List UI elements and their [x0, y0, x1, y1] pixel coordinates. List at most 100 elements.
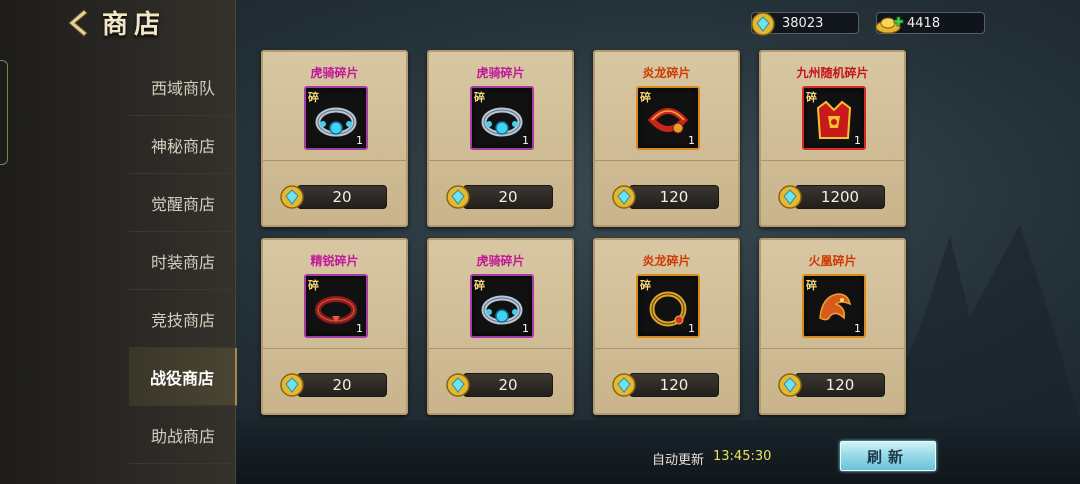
item-icon-frame: 碎 1	[636, 274, 700, 338]
sidebar: 商店 西域商队 神秘商店 觉醒商店 时装商店 竞技商店 战役商店 助战商店	[0, 0, 237, 484]
item-count: 1	[688, 322, 695, 335]
card-divider	[761, 160, 904, 161]
fragment-badge: 碎	[308, 91, 319, 104]
item-price: 20	[498, 376, 518, 394]
fragment-badge: 碎	[806, 91, 817, 104]
golden-armor-icon	[816, 100, 852, 139]
chevron-left-icon	[68, 9, 88, 37]
gem-coin-icon	[751, 12, 775, 36]
item-count: 1	[356, 322, 363, 335]
bracelet-blue-icon	[481, 107, 523, 137]
gem-coin-icon	[280, 185, 304, 209]
page-title: 商店	[102, 10, 167, 40]
gold-ingot-icon	[875, 16, 904, 34]
item-price: 20	[332, 188, 352, 206]
nav-item-campaign-shop[interactable]: 战役商店	[129, 348, 237, 406]
bracelet-red-icon	[315, 296, 357, 324]
card-divider	[761, 348, 904, 349]
gem-currency-display: 38023	[751, 12, 859, 36]
shop-item-card[interactable]: 虎骑碎片 碎 1 20	[427, 50, 574, 227]
dragon-bracelet-icon	[647, 108, 689, 134]
item-count: 1	[522, 322, 529, 335]
gem-amount: 38023	[782, 15, 824, 31]
auto-refresh-label: 自动更新	[652, 453, 705, 468]
background-ship	[880, 224, 1080, 420]
shop-item-card[interactable]: 炎龙碎片 碎 1 120	[593, 238, 740, 415]
item-icon-frame: 碎 1	[304, 86, 368, 150]
item-name: 虎骑碎片	[310, 66, 359, 80]
sidebar-edge-handle	[0, 60, 8, 165]
item-price: 120	[825, 376, 855, 394]
gem-coin-icon	[280, 373, 304, 397]
item-icon-frame: 碎 1	[470, 86, 534, 150]
gold-amount: 4418	[907, 15, 941, 31]
fragment-badge: 碎	[640, 279, 651, 292]
item-icon-frame: 碎 1	[636, 86, 700, 150]
gem-coin-icon	[612, 373, 636, 397]
price-tag[interactable]: 20	[463, 185, 553, 209]
nav-item-assist-shop[interactable]: 助战商店	[129, 406, 237, 464]
nav-item-mystery-shop[interactable]: 神秘商店	[129, 116, 237, 174]
gold-ring-icon	[649, 291, 687, 327]
card-divider	[263, 160, 406, 161]
shop-item-grid: 虎骑碎片 碎 1 20 虎骑碎片 碎 1 20 炎龙碎片 碎 1 120 九州随…	[261, 50, 907, 416]
nav-item-fashion-shop[interactable]: 时装商店	[129, 232, 237, 290]
price-tag[interactable]: 120	[629, 373, 719, 397]
shop-item-card[interactable]: 炎龙碎片 碎 1 120	[593, 50, 740, 227]
price-tag[interactable]: 120	[795, 373, 885, 397]
item-count: 1	[522, 134, 529, 147]
back-button[interactable]	[60, 6, 94, 40]
item-count: 1	[854, 134, 861, 147]
card-divider	[429, 160, 572, 161]
gem-coin-icon	[446, 373, 470, 397]
fragment-badge: 碎	[640, 91, 651, 104]
card-divider	[595, 348, 738, 349]
gem-coin-icon	[612, 185, 636, 209]
phoenix-emblem-icon	[819, 293, 852, 321]
price-tag[interactable]: 20	[297, 373, 387, 397]
shop-item-card[interactable]: 虎骑碎片 碎 1 20	[261, 50, 408, 227]
gem-coin-icon	[446, 185, 470, 209]
item-name: 九州随机碎片	[796, 66, 869, 80]
item-icon-frame: 碎 1	[802, 274, 866, 338]
gem-coin-icon	[778, 185, 802, 209]
shop-category-nav: 西域商队 神秘商店 觉醒商店 时装商店 竞技商店 战役商店 助战商店	[129, 58, 237, 464]
item-count: 1	[688, 134, 695, 147]
fragment-badge: 碎	[474, 279, 485, 292]
shop-item-card[interactable]: 虎骑碎片 碎 1 20	[427, 238, 574, 415]
item-name: 虎骑碎片	[476, 254, 525, 268]
bracelet-blue-icon	[315, 107, 357, 137]
refresh-button[interactable]: 刷新	[840, 441, 936, 471]
fragment-badge: 碎	[806, 279, 817, 292]
item-price: 120	[659, 188, 689, 206]
item-icon-frame: 碎 1	[470, 274, 534, 338]
item-price: 20	[498, 188, 518, 206]
item-price: 120	[659, 376, 689, 394]
shop-item-card[interactable]: 火凰碎片 碎 1 120	[759, 238, 906, 415]
item-name: 炎龙碎片	[642, 254, 691, 268]
nav-item-arena-shop[interactable]: 竞技商店	[129, 290, 237, 348]
item-count: 1	[356, 134, 363, 147]
fragment-badge: 碎	[474, 91, 485, 104]
card-divider	[595, 160, 738, 161]
gem-coin-icon	[778, 373, 802, 397]
price-tag[interactable]: 1200	[795, 185, 885, 209]
item-price: 1200	[820, 188, 860, 206]
shop-item-card[interactable]: 精锐碎片 碎 1 20	[261, 238, 408, 415]
price-tag[interactable]: 20	[463, 373, 553, 397]
price-tag[interactable]: 120	[629, 185, 719, 209]
shop-item-card[interactable]: 九州随机碎片 碎 1 1200	[759, 50, 906, 227]
nav-item-awakening-shop[interactable]: 觉醒商店	[129, 174, 237, 232]
nav-item-western-caravan[interactable]: 西域商队	[129, 58, 237, 116]
item-count: 1	[854, 322, 861, 335]
gold-currency-display: 4418	[875, 12, 985, 34]
fragment-badge: 碎	[308, 279, 319, 292]
price-tag[interactable]: 20	[297, 185, 387, 209]
item-name: 精锐碎片	[310, 254, 359, 268]
item-name: 火凰碎片	[808, 254, 857, 268]
item-name: 虎骑碎片	[476, 66, 525, 80]
refresh-countdown: 13:45:30	[713, 449, 772, 464]
bracelet-blue-icon	[481, 295, 523, 325]
item-icon-frame: 碎 1	[802, 86, 866, 150]
card-divider	[263, 348, 406, 349]
